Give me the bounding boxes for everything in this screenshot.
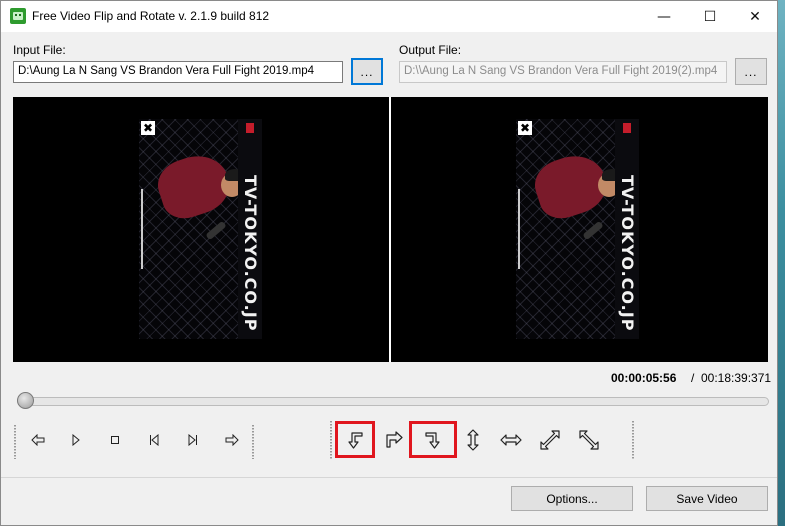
input-file-label: Input File: xyxy=(13,43,66,57)
ring-rope xyxy=(518,189,520,269)
toolbar-grip xyxy=(14,425,16,459)
maximize-button[interactable]: ☐ xyxy=(687,1,733,32)
toolbar-grip xyxy=(632,421,634,459)
next-frame-button[interactable] xyxy=(181,428,205,452)
flip-horizontal-button[interactable] xyxy=(499,428,523,452)
step-back-button[interactable] xyxy=(26,428,50,452)
output-browse-button[interactable]: ... xyxy=(735,58,767,85)
flip-horizontal-icon xyxy=(500,434,522,446)
sign-logo xyxy=(246,123,254,133)
sign-banner: TV-TOKYO.CO.JP xyxy=(238,119,262,339)
ring-rope xyxy=(141,189,143,269)
current-time: 00:00:05:56 xyxy=(611,371,677,385)
window-title: Free Video Flip and Rotate v. 2.1.9 buil… xyxy=(32,9,270,23)
total-time: 00:18:39:371 xyxy=(701,371,772,385)
rotate-down-icon xyxy=(425,432,440,449)
sign-text: TV-TOKYO.CO.JP xyxy=(618,175,637,332)
footer-separator xyxy=(1,477,777,478)
transpose-button[interactable] xyxy=(538,428,562,452)
arrow-left-icon xyxy=(31,434,45,446)
stop-button[interactable] xyxy=(103,428,127,452)
title-bar: Free Video Flip and Rotate v. 2.1.9 buil… xyxy=(1,1,777,32)
desktop-background xyxy=(778,0,785,526)
diagonal-arrow-icon xyxy=(540,430,560,450)
rotate-left-icon xyxy=(348,432,363,449)
app-icon xyxy=(10,8,26,24)
seek-thumb[interactable] xyxy=(17,392,34,409)
result-frame: TV-TOKYO.CO.JP ✖ xyxy=(516,119,639,339)
flip-vertical-button[interactable] xyxy=(461,428,485,452)
flip-vertical-icon xyxy=(467,429,479,451)
time-separator: / xyxy=(691,371,695,385)
original-frame: TV-TOKYO.CO.JP ✖ xyxy=(139,119,262,339)
rotate-ccw-button[interactable] xyxy=(343,428,367,452)
sign-text: TV-TOKYO.CO.JP xyxy=(241,175,260,332)
arrow-right-icon xyxy=(225,434,239,446)
skip-forward-icon xyxy=(188,434,197,446)
sign-logo xyxy=(623,123,631,133)
toolbar-grip xyxy=(330,421,332,459)
rotate-right-icon xyxy=(386,431,403,448)
transverse-button[interactable] xyxy=(577,428,601,452)
rotate-cw-flip-button[interactable] xyxy=(382,428,406,452)
skip-back-icon xyxy=(150,434,159,446)
play-button[interactable] xyxy=(64,428,88,452)
step-forward-button[interactable] xyxy=(220,428,244,452)
output-file-label: Output File: xyxy=(399,43,462,57)
rotate-180-button[interactable] xyxy=(421,428,445,452)
app-window: Free Video Flip and Rotate v. 2.1.9 buil… xyxy=(0,0,778,526)
minimize-button[interactable]: — xyxy=(641,1,687,32)
video-preview: TV-TOKYO.CO.JP ✖ TV-TOKYO.CO.JP ✖ xyxy=(13,97,768,362)
toolbar-grip xyxy=(252,425,254,459)
close-mark-icon: ✖ xyxy=(518,121,532,135)
prev-frame-button[interactable] xyxy=(142,428,166,452)
preview-divider xyxy=(389,97,391,362)
options-button[interactable]: Options... xyxy=(511,486,633,511)
input-file-field[interactable]: D:\Aung La N Sang VS Brandon Vera Full F… xyxy=(13,61,343,83)
input-browse-button[interactable]: ... xyxy=(351,58,383,85)
seek-track[interactable] xyxy=(17,397,769,406)
close-button[interactable]: ✕ xyxy=(732,1,778,32)
output-file-field[interactable]: D:\\Aung La N Sang VS Brandon Vera Full … xyxy=(399,61,727,83)
diagonal-arrow-reverse-icon xyxy=(579,430,599,450)
play-icon xyxy=(72,434,80,446)
sign-banner: TV-TOKYO.CO.JP xyxy=(615,119,639,339)
stop-icon xyxy=(111,436,119,444)
close-mark-icon: ✖ xyxy=(141,121,155,135)
save-video-button[interactable]: Save Video xyxy=(646,486,768,511)
